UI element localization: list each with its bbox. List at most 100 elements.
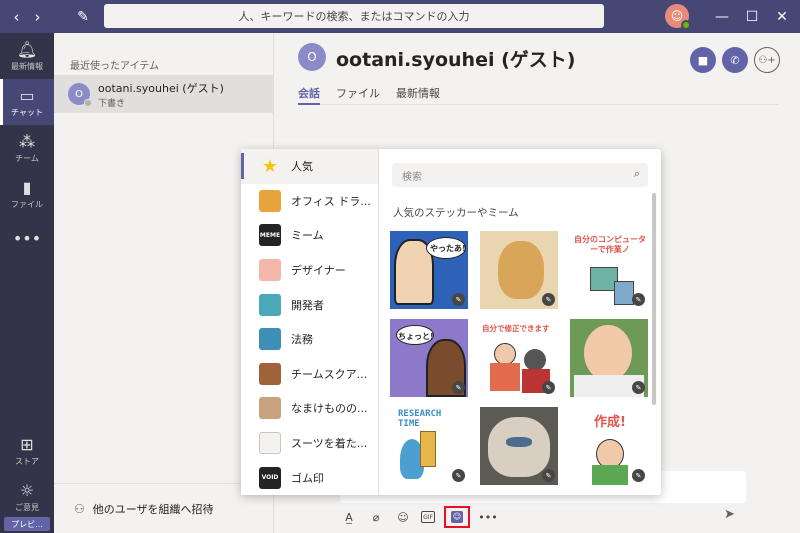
chat-list-item[interactable]: O ootani.syouhei (ゲスト) 下書き — [54, 75, 274, 113]
rail-item-activity[interactable]: 🔔︎ 最新情報 — [0, 33, 54, 79]
cat-eyes — [506, 437, 532, 447]
rail-label: チャット — [11, 107, 43, 117]
rail-item-teams[interactable]: ⁂ チーム — [0, 125, 54, 171]
preview-badge[interactable]: プレビ... — [4, 517, 50, 531]
person-head-2 — [524, 349, 546, 371]
compose-icon[interactable]: ✎ — [68, 9, 98, 25]
store-icon: ⊞ — [20, 434, 34, 454]
nav-buttons: ‹ › — [0, 8, 54, 26]
audio-call-button[interactable]: ✆ — [722, 47, 748, 73]
category-office-drama[interactable]: オフィス ドラ... — [241, 184, 378, 219]
search-icon: ⌕ — [633, 167, 640, 180]
add-people-button[interactable]: ⚇+ — [754, 47, 780, 73]
category-sloth[interactable]: なまけものの... — [241, 391, 378, 426]
edit-sticker-icon[interactable]: ✎ — [632, 293, 645, 306]
edit-sticker-icon[interactable]: ✎ — [632, 381, 645, 394]
format-icon[interactable]: A̲ — [340, 508, 358, 526]
edit-sticker-icon[interactable]: ✎ — [542, 469, 555, 482]
sticker-category-list: ★ 人気 オフィス ドラ... MEME ミーム デザイナー 開発者 法務 チー… — [241, 149, 379, 495]
chat-item-draft: 下書き — [98, 98, 126, 109]
suits-icon — [259, 432, 281, 455]
page-title: ootani.syouhei (ゲスト) — [336, 49, 576, 71]
category-label: デザイナー — [291, 264, 346, 278]
person-body — [592, 465, 628, 485]
search-input[interactable]: 人、キーワードの検索、またはコマンドの入力 — [104, 4, 604, 28]
emoji-icon[interactable]: ☺ — [394, 508, 412, 526]
sticker-success-kid[interactable]: ✎ — [570, 319, 648, 397]
rail-label: ストア — [15, 456, 39, 466]
robot-body — [614, 281, 634, 305]
category-developer[interactable]: 開発者 — [241, 287, 378, 322]
sticker-picker: ★ 人気 オフィス ドラ... MEME ミーム デザイナー 開発者 法務 チー… — [241, 149, 661, 495]
rail-item-chat[interactable]: ▭ チャット — [0, 79, 54, 125]
edit-sticker-icon[interactable]: ✎ — [632, 469, 645, 482]
video-call-button[interactable]: ■ — [690, 47, 716, 73]
category-label: 開発者 — [291, 298, 324, 312]
tab-conversation[interactable]: 会話 — [298, 85, 320, 105]
sticker-chotto[interactable]: ちょっと! ✎ — [390, 319, 468, 397]
category-label: オフィス ドラ... — [291, 194, 371, 208]
sticker-shusei[interactable]: 自分で修正できます ✎ — [480, 319, 558, 397]
forward-icon[interactable]: › — [35, 8, 41, 26]
edit-sticker-icon[interactable]: ✎ — [452, 469, 465, 482]
user-avatar[interactable]: ☺ — [665, 4, 691, 30]
rail-item-feedback[interactable]: ☼ ご意見 — [0, 474, 54, 520]
invite-label: 他のユーザを組織へ招待 — [92, 502, 214, 516]
more-icon: ••• — [12, 229, 42, 248]
sticker-button[interactable]: ☺ — [444, 506, 470, 528]
more-options-icon[interactable]: ••• — [478, 508, 497, 526]
sticker-caption: 自分で修正できます — [482, 324, 550, 333]
sticker-scrollbar[interactable] — [652, 193, 656, 405]
sticker-grumpy-cat[interactable]: ✎ — [480, 407, 558, 485]
category-label: 法務 — [291, 333, 313, 347]
category-legal[interactable]: 法務 — [241, 322, 378, 357]
video-icon: ■ — [697, 53, 709, 67]
back-icon[interactable]: ‹ — [14, 8, 20, 26]
rail-item-more[interactable]: ••• — [0, 217, 54, 263]
category-suits[interactable]: スーツを着た... — [241, 426, 378, 461]
edit-sticker-icon[interactable]: ✎ — [452, 381, 465, 394]
rail-item-store[interactable]: ⊞ ストア — [0, 428, 54, 474]
category-label: ミーム — [291, 229, 324, 243]
lightbulb-icon: ☼ — [19, 480, 35, 500]
meme-icon: MEME — [259, 224, 281, 247]
tab-activity[interactable]: 最新情報 — [396, 85, 440, 105]
tab-files[interactable]: ファイル — [336, 85, 380, 105]
category-designer[interactable]: デザイナー — [241, 253, 378, 288]
category-team-squad[interactable]: チームスクア... — [241, 357, 378, 392]
phone-icon: ✆ — [730, 53, 740, 67]
rail-bottom: ⊞ ストア ☼ ご意見 — [0, 428, 54, 520]
add-person-icon: ⚇ — [74, 501, 85, 516]
legal-icon — [259, 328, 281, 351]
edit-sticker-icon[interactable]: ✎ — [452, 293, 465, 306]
category-rubber-stamp[interactable]: VOID ゴム印 — [241, 460, 378, 495]
sticker-computer[interactable]: 自分のコンピューターで作業ノ ✎ — [570, 231, 648, 309]
sticker-sakusei[interactable]: 作成! ✎ — [570, 407, 648, 485]
sticker-search-input[interactable]: 検索 ⌕ — [392, 163, 648, 187]
category-popular[interactable]: ★ 人気 — [241, 149, 378, 184]
void-stamp-icon: VOID — [259, 466, 281, 489]
edit-sticker-icon[interactable]: ✎ — [542, 381, 555, 394]
rail-label: ファイル — [11, 199, 43, 209]
file-icon: ▮ — [22, 177, 32, 197]
send-icon[interactable]: ➤ — [724, 507, 735, 522]
sticker-caption: 作成! — [594, 415, 626, 430]
tab-bar: 会話 ファイル 最新情報 — [298, 85, 778, 105]
sticker-section-header: 人気のステッカーやミーム — [393, 207, 519, 219]
sticker-search-placeholder: 検索 — [402, 171, 422, 183]
gif-icon[interactable]: GIF — [421, 511, 435, 523]
edit-sticker-icon[interactable]: ✎ — [542, 293, 555, 306]
sticker-research-time[interactable]: RESEARCH TIME ✎ — [390, 407, 468, 485]
close-button[interactable]: ✕ — [764, 0, 800, 33]
header-avatar: O — [298, 43, 326, 71]
baby-face — [584, 325, 632, 381]
attach-icon[interactable]: ⌀ — [367, 508, 385, 526]
sticker-doge[interactable]: ✎ — [480, 231, 558, 309]
category-meme[interactable]: MEME ミーム — [241, 218, 378, 253]
rail-label: ご意見 — [15, 502, 39, 512]
bell-icon: 🔔︎ — [16, 39, 38, 59]
sticker-yatta[interactable]: やったあ! ✎ — [390, 231, 468, 309]
chat-icon: ▭ — [19, 85, 35, 105]
category-label: ゴム印 — [291, 471, 324, 485]
rail-item-files[interactable]: ▮ ファイル — [0, 171, 54, 217]
